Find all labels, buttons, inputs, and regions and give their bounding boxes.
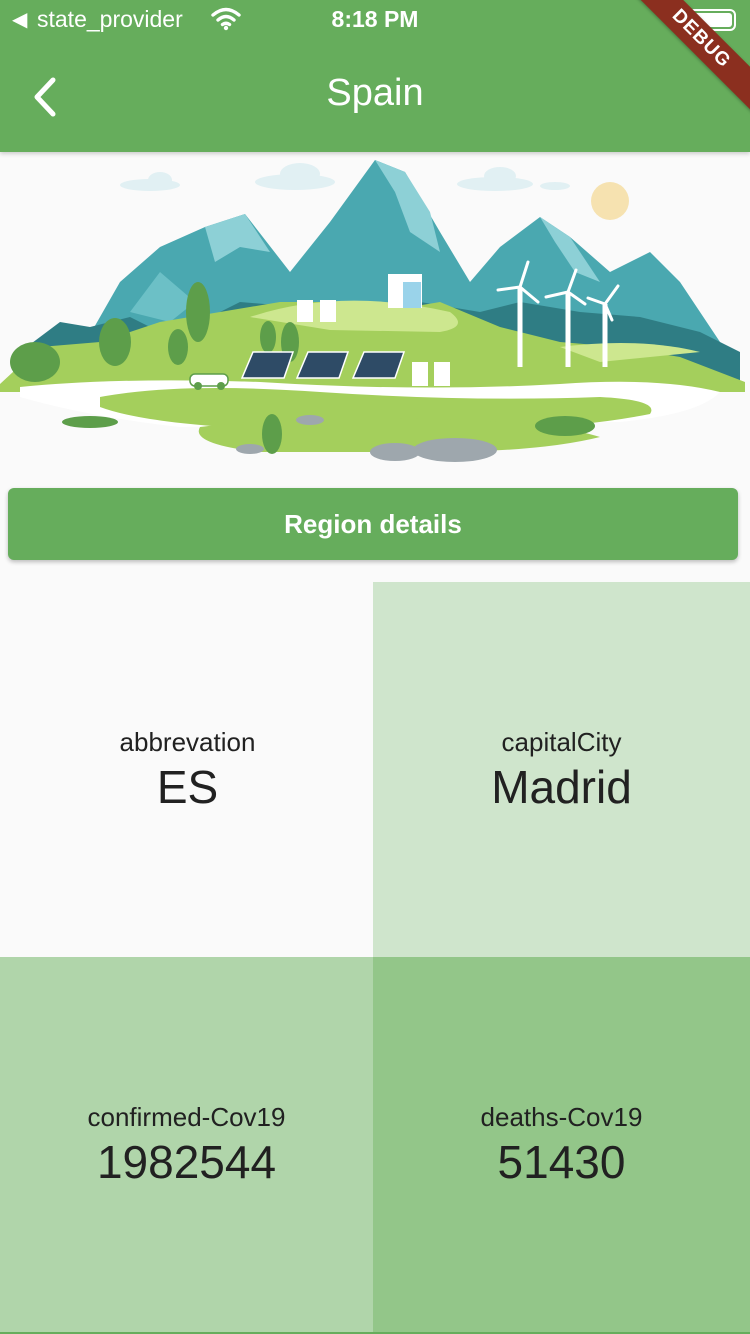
region-details-button[interactable]: Region details <box>8 488 738 560</box>
status-bar: ◀ state_provider 8:18 PM <box>0 0 750 40</box>
stat-value: Madrid <box>491 760 632 813</box>
stat-tile-abbreviation: abbrevation ES <box>0 582 375 958</box>
stat-tile-deaths: deaths-Cov19 51430 <box>373 957 750 1333</box>
stat-value: ES <box>156 760 219 813</box>
stat-tile-capital-city: capitalCity Madrid <box>373 582 750 958</box>
stat-value: 1982544 <box>96 1135 277 1188</box>
app-header: ◀ state_provider 8:18 PM DEBUG Spain <box>0 0 750 152</box>
stat-label: abbrevation <box>119 726 256 757</box>
stat-value: 51430 <box>497 1135 626 1188</box>
stat-tile-confirmed-cases: confirmed-Cov19 1982544 <box>0 957 373 1333</box>
stat-label: confirmed-Cov19 <box>87 1101 286 1132</box>
page-title: Spain <box>326 72 424 114</box>
status-time: 8:18 PM <box>331 6 419 32</box>
stat-label: deaths-Cov19 <box>480 1101 643 1132</box>
landscape-illustration <box>0 152 750 472</box>
stat-label: capitalCity <box>501 726 622 757</box>
